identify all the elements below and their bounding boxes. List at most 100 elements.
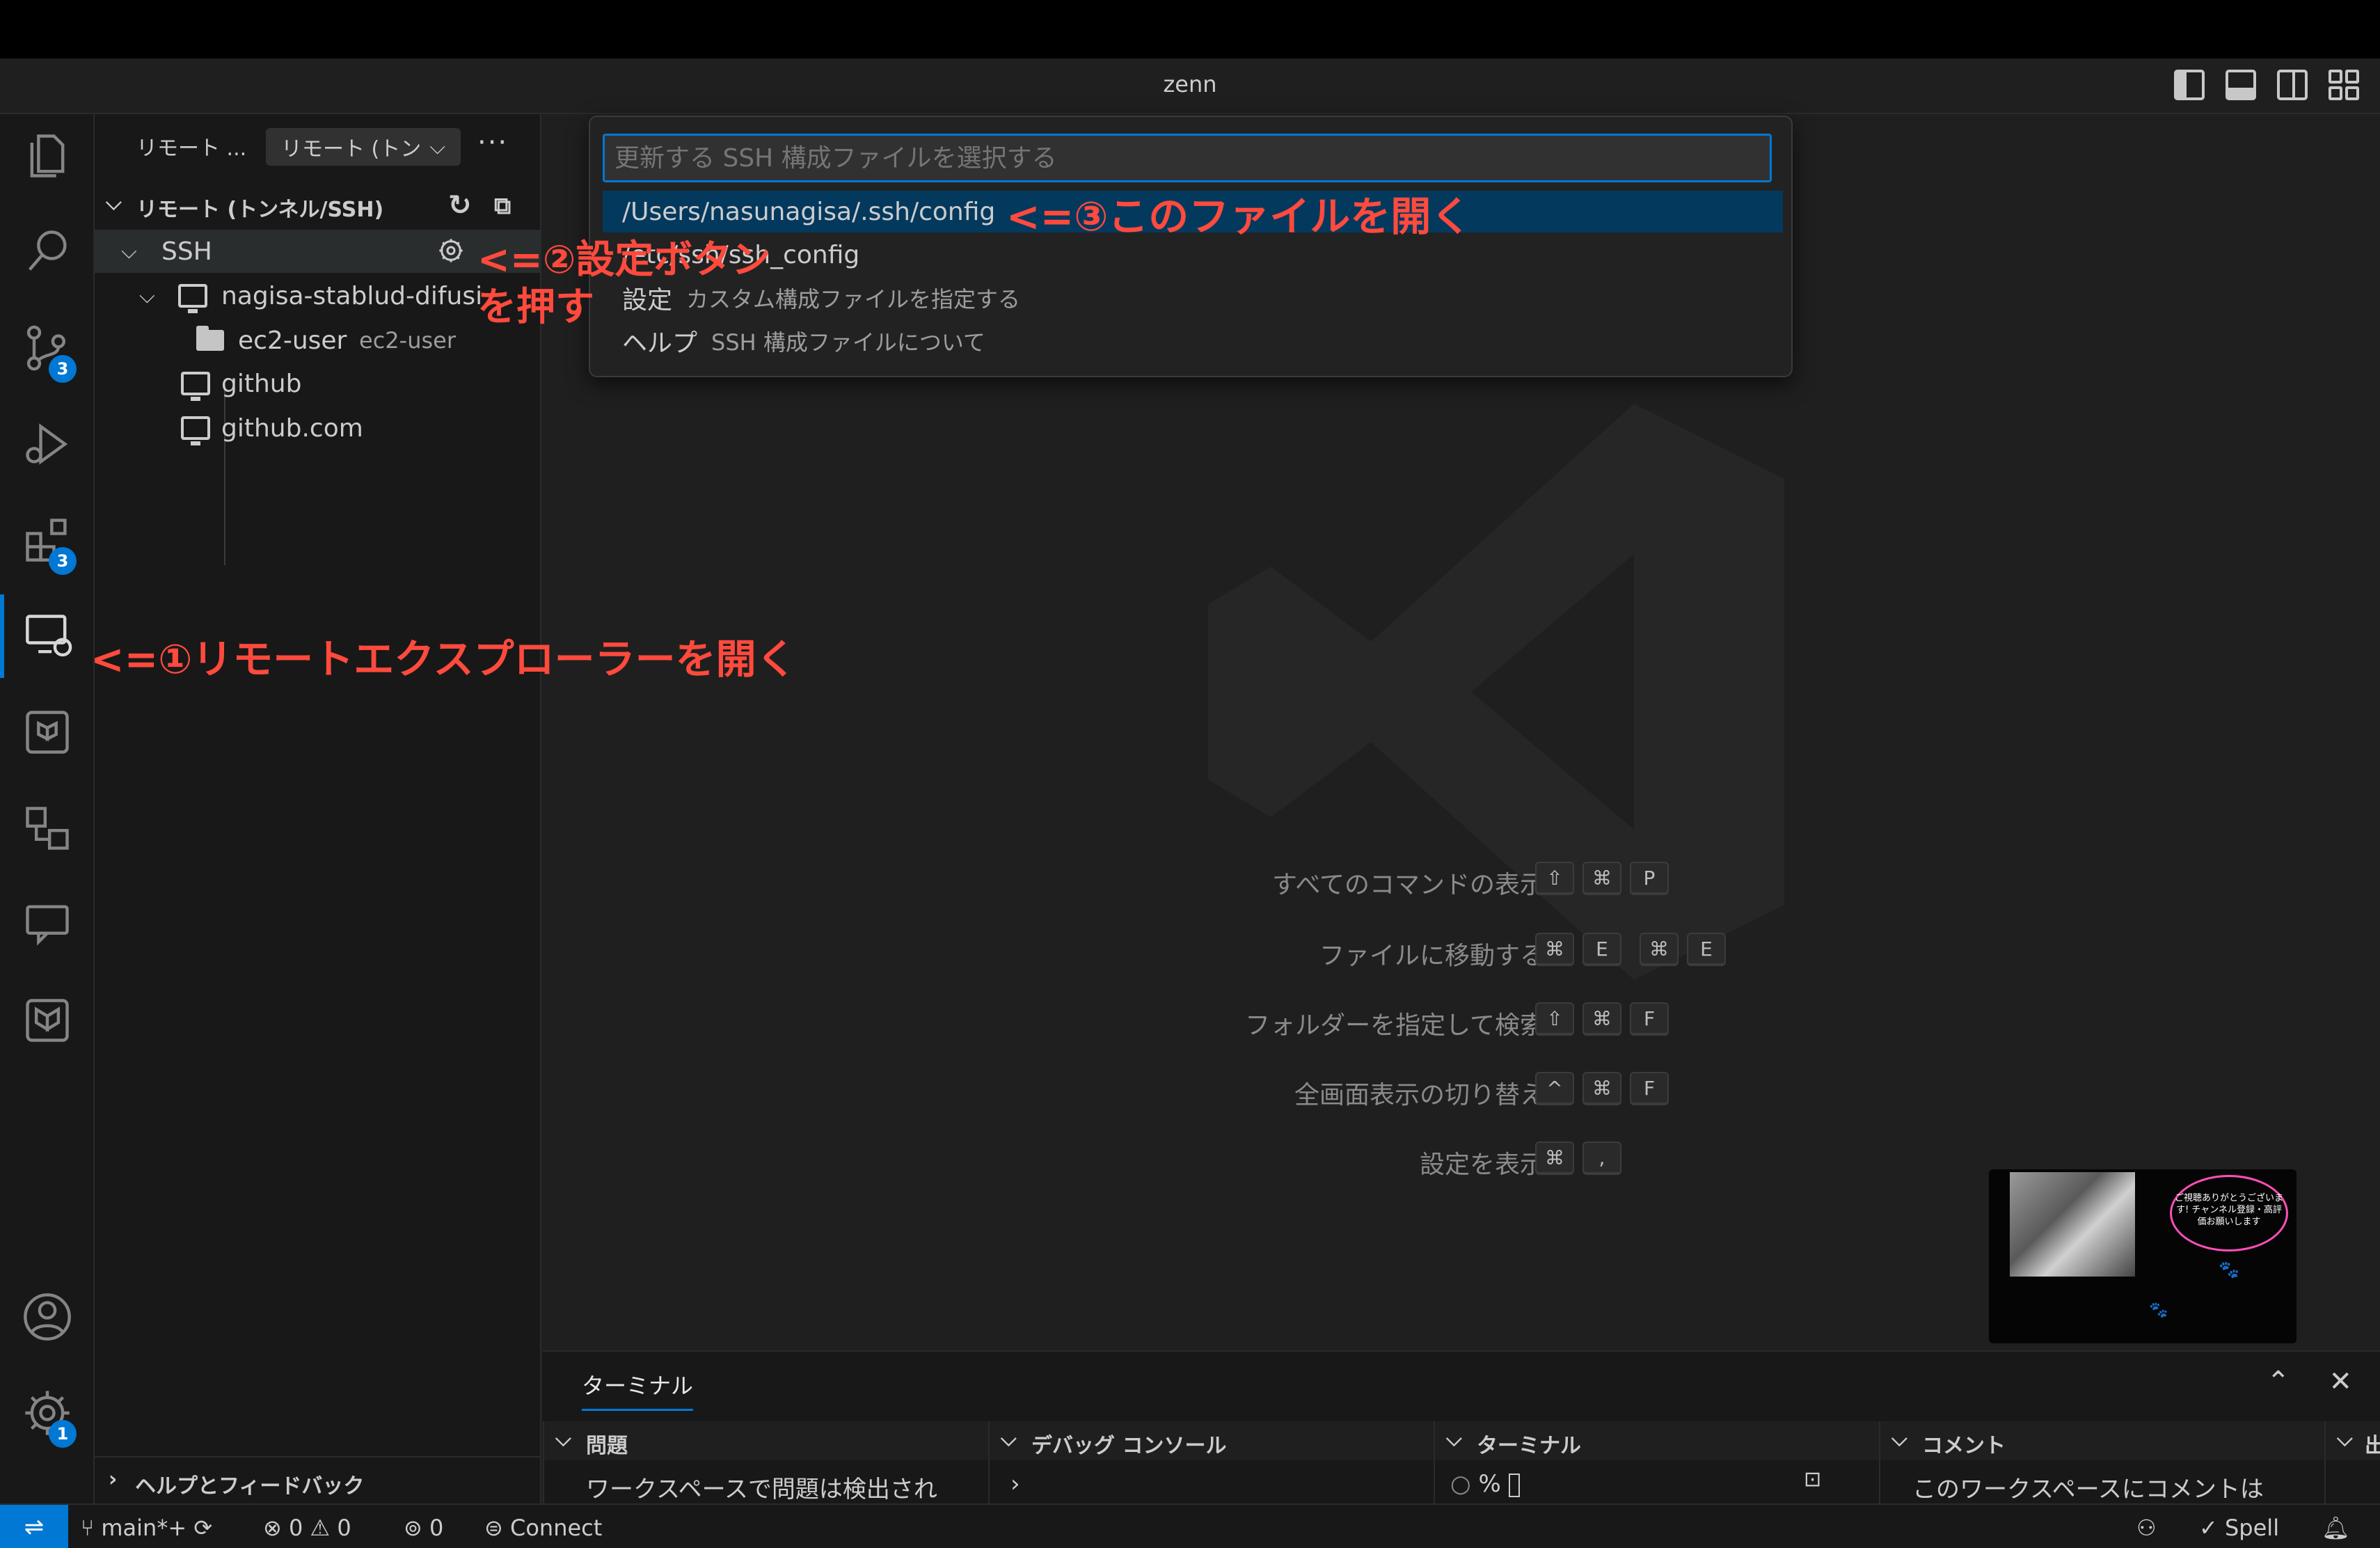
subpanel-title: コメント (1922, 1434, 2006, 1458)
title-bar: zenn (0, 58, 2380, 114)
tree-item-label: github (221, 369, 302, 398)
item-label: /Users/nasunagisa/.ssh/config (622, 197, 996, 226)
more-actions-icon[interactable]: ··· (477, 127, 508, 159)
explorer-icon[interactable] (0, 114, 95, 198)
section-title: リモート (トンネル/SSH) (136, 198, 384, 222)
tree-item-label: ec2-user (238, 326, 347, 355)
shortcut-go-to-file: ファイルに移動する (1319, 942, 1545, 970)
comments-message: このワークスペースにコメントは (1912, 1476, 2264, 1503)
accounts-icon[interactable] (0, 1275, 95, 1359)
terminal-icon[interactable]: ⊡ (1804, 1467, 1821, 1492)
connect-status[interactable]: ⊜ Connect (484, 1515, 602, 1541)
section-remote-tunnel-ssh[interactable]: ⌵ リモート (トンネル/SSH) ↻ ⧉ (95, 184, 541, 226)
annotation-step-2b: を押す (477, 285, 594, 330)
remote-type-dropdown[interactable]: リモート (トン ⌵ (266, 128, 461, 166)
shortcut-open-settings: 設定を表示 (1419, 1151, 1545, 1179)
panel-actions: ⌃ ✕ (2267, 1366, 2352, 1398)
monitor-icon (181, 416, 210, 445)
remote-explorer-icon[interactable] (0, 594, 95, 678)
broadcast-icon: ⊚ (404, 1515, 422, 1541)
check-icon: ✓ (2199, 1515, 2218, 1541)
source-control-icon[interactable]: 3 (0, 306, 95, 390)
tree-item-ec2-user[interactable]: ec2-user ec2-user (95, 319, 541, 362)
comments-icon[interactable] (0, 883, 95, 966)
annotation-step-3: <=③このファイルを開く (1006, 193, 1472, 240)
section-help-feedback[interactable]: › ヘルプとフィードバック (95, 1456, 541, 1503)
chevron-down-icon: ⌵ (429, 134, 445, 159)
remote-indicator-icon[interactable]: ⇌ (0, 1505, 68, 1548)
copilot-icon[interactable]: ⚇ (2136, 1515, 2157, 1541)
open-ssh-config-gear-icon[interactable] (437, 237, 465, 264)
terminal-status-icon: ○ (1450, 1470, 1471, 1498)
tree-item-label: SSH (161, 237, 212, 266)
shortcut-find-in-folder: フォルダーを指定して検索 (1245, 1011, 1545, 1040)
subpanel-debug-console: ⌵ デバッグ コンソール › (988, 1421, 1434, 1505)
spell-status[interactable]: ✓ Spell (2199, 1515, 2279, 1541)
tree-item-host-nagisa[interactable]: ⌵ nagisa-stablud-difusi (95, 274, 541, 317)
containers-icon[interactable] (0, 787, 95, 870)
section-title: ヘルプとフィードバック (135, 1474, 365, 1499)
top-black-band (0, 0, 2380, 58)
subpanel-title: デバッグ コンソール (1031, 1434, 1227, 1458)
colored-paw-prints-icon: 🐾 (2149, 1302, 2168, 1319)
shortcut-show-all-commands: すべてのコマンドの表示 (1271, 871, 1545, 899)
keys-open-settings: ⌘, (1535, 1142, 1621, 1175)
paw-prints-icon: 🐾 (2219, 1260, 2239, 1279)
notifications-bell-icon[interactable]: 🔔︎ (2322, 1515, 2350, 1541)
refresh-icon[interactable]: ↻ (448, 189, 472, 221)
quick-pick-item-help[interactable]: ヘルプ SSH 構成ファイルについて (603, 320, 1783, 362)
item-description: SSH 構成ファイルについて (711, 329, 985, 356)
terraform-icon[interactable] (0, 690, 95, 774)
terminal-prompt: % (1478, 1470, 1501, 1498)
item-label: ヘルプ (622, 329, 698, 358)
collapse-all-icon[interactable]: ⧉ (494, 192, 511, 220)
shortcut-toggle-fullscreen: 全画面表示の切り替え (1294, 1081, 1545, 1109)
sidebar-title: リモート ... (136, 136, 247, 161)
tree-item-github[interactable]: github (95, 362, 541, 405)
annotation-step-1: <=①リモートエクスプローラーを開く (90, 635, 797, 683)
terminal-cursor (1508, 1473, 1520, 1497)
layout-controls (2174, 70, 2359, 100)
maximize-panel-icon[interactable]: ⌃ (2267, 1366, 2290, 1398)
quick-pick-item-settings[interactable]: 設定 カスタム構成ファイルを指定する (603, 277, 1783, 319)
error-icon: ⊗ (263, 1515, 282, 1541)
database-icon: ⊜ (484, 1515, 503, 1541)
chevron-down-icon: ⌵ (1001, 1427, 1017, 1451)
terraform-cloud-icon[interactable] (0, 979, 95, 1062)
keys-show-all-commands: ⇧ ⌘ P (1535, 862, 1669, 895)
settings-badge: 1 (49, 1420, 77, 1448)
tree-item-description: ec2-user (359, 327, 456, 354)
manage-gear-icon[interactable]: 1 (0, 1371, 95, 1455)
tree-item-ssh[interactable]: ⌵ SSH (95, 230, 541, 273)
problems-status[interactable]: ⊗ 0 ⚠ 0 (263, 1515, 351, 1541)
bottom-panel: ターミナル ⌃ ✕ ⌵ 問題 ワークスペースで問題は検出され ⌵ デバッグ コンソー… (543, 1350, 2380, 1505)
toggle-primary-sidebar-icon[interactable] (2174, 70, 2205, 100)
subpanel-output: ⌵出 (2324, 1421, 2380, 1505)
chevron-down-icon: ⌵ (1891, 1427, 1907, 1451)
extensions-icon[interactable]: 3 (0, 498, 95, 582)
toggle-secondary-sidebar-icon[interactable] (2277, 70, 2308, 100)
cat-photo (2010, 1172, 2135, 1277)
sync-icon: ⟳ (193, 1515, 213, 1541)
source-control-badge: 3 (49, 355, 77, 383)
search-icon[interactable] (0, 210, 95, 294)
subpanel-title: 問題 (586, 1434, 628, 1458)
run-debug-icon[interactable] (0, 402, 95, 486)
chevron-down-icon: ⌵ (139, 283, 155, 308)
window-title: zenn (1163, 71, 1217, 97)
toggle-panel-icon[interactable] (2226, 70, 2256, 100)
tab-terminal[interactable]: ターミナル (582, 1368, 694, 1411)
branch-status[interactable]: ⑂ main*+ ⟳ (81, 1515, 212, 1541)
keys-find-in-folder: ⇧ ⌘ F (1535, 1002, 1669, 1036)
quick-pick-input[interactable] (603, 134, 1772, 182)
subpanel-title: 出 (2365, 1434, 2380, 1458)
ports-status[interactable]: ⊚ 0 (404, 1515, 443, 1541)
debug-prompt-chevron-icon[interactable]: › (1010, 1470, 1020, 1498)
subpanel-problems: ⌵ 問題 ワークスペースで問題は検出され (543, 1421, 988, 1505)
customize-layout-icon[interactable] (2329, 70, 2359, 100)
tree-item-github-com[interactable]: github.com (95, 406, 541, 450)
tree-item-label: github.com (221, 413, 363, 443)
monitor-icon (178, 284, 207, 313)
video-overlay[interactable]: ご視聴ありがとうございます! チャンネル登録・高評価お願いします 🐾 🐾 (1989, 1169, 2296, 1343)
close-panel-icon[interactable]: ✕ (2329, 1366, 2352, 1398)
